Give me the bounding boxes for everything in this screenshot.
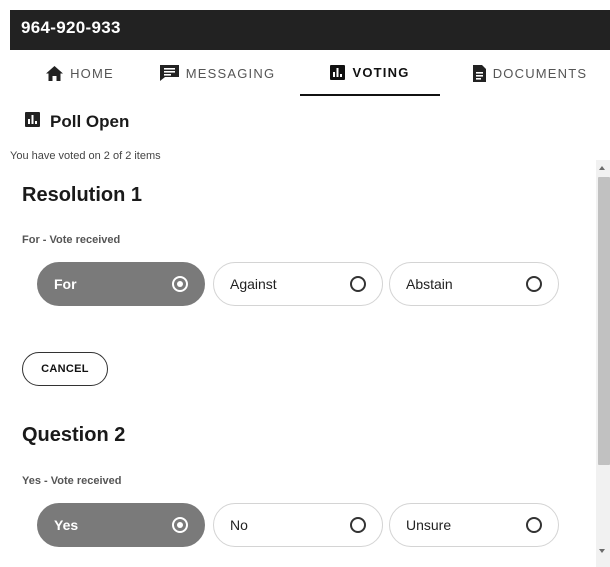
radio-checked-icon: [172, 517, 188, 533]
vote-option-label: For: [54, 276, 77, 292]
vote-option-label: Yes: [54, 517, 79, 533]
tab-home-label: HOME: [70, 65, 114, 81]
meeting-code: 964-920-933: [21, 18, 121, 37]
home-icon: [46, 65, 64, 81]
tab-voting[interactable]: VOTING: [300, 50, 440, 96]
radio-unchecked-icon: [526, 517, 542, 533]
vote-option-against[interactable]: Against: [213, 262, 383, 306]
tab-documents-label: DOCUMENTS: [492, 65, 588, 81]
vote-option-yes[interactable]: Yes: [37, 503, 205, 547]
vote-option-label: Unsure: [406, 517, 452, 533]
vote-option-abstain[interactable]: Abstain: [389, 262, 559, 306]
vote-option-label: No: [230, 517, 248, 533]
top-bar: 964-920-933: [10, 10, 610, 50]
main-nav: HOME MESSAGING VOTING DOCUMENTS: [10, 50, 610, 98]
cancel-button[interactable]: CANCEL: [22, 352, 108, 386]
tab-messaging[interactable]: MESSAGING: [150, 50, 285, 96]
vote-option-unsure[interactable]: Unsure: [389, 503, 559, 547]
poll-status-title: Poll Open: [50, 112, 130, 131]
vote-option-no[interactable]: No: [213, 503, 383, 547]
poll-icon: [25, 112, 40, 132]
poll-heading: Poll Open: [25, 112, 129, 132]
tab-messaging-label: MESSAGING: [185, 65, 276, 81]
vote-option-label: Against: [230, 276, 277, 292]
radio-unchecked-icon: [350, 276, 366, 292]
messaging-icon: [159, 65, 179, 81]
vote-option-label: Abstain: [406, 276, 453, 292]
item-vote-status: Yes - Vote received: [22, 475, 122, 487]
radio-checked-icon: [172, 276, 188, 292]
item-title: Resolution 1: [22, 184, 143, 206]
tab-home[interactable]: HOME: [30, 50, 130, 96]
voted-summary: You have voted on 2 of 2 items: [10, 150, 161, 162]
item-title: Question 2: [22, 424, 126, 446]
scroll-down-arrow-icon[interactable]: [599, 549, 605, 553]
document-icon: [472, 64, 486, 82]
radio-unchecked-icon: [350, 517, 366, 533]
radio-unchecked-icon: [526, 276, 542, 292]
vote-option-for[interactable]: For: [37, 262, 205, 306]
scroll-up-arrow-icon[interactable]: [599, 166, 605, 170]
scrollbar-thumb[interactable]: [598, 177, 610, 465]
item-vote-status: For - Vote received: [22, 234, 121, 246]
tab-documents[interactable]: DOCUMENTS: [460, 50, 600, 96]
voting-icon: [330, 64, 346, 80]
tab-voting-label: VOTING: [352, 64, 410, 80]
